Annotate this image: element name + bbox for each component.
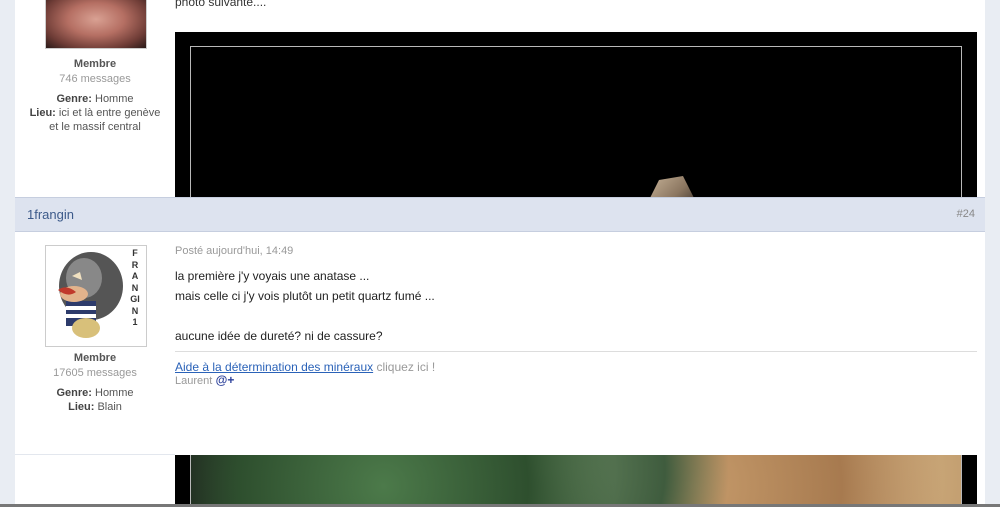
message-line: aucune idée de dureté? ni de cassure? [175,329,383,343]
user-info: Membre 17605 messages Genre: Homme Lieu:… [15,352,175,414]
user-location: Lieu: Blain [15,400,175,414]
location-value: ici et là entre genève et le massif cent… [49,107,161,133]
user-role: Membre [73,352,117,364]
gender-value: Homme [95,93,134,105]
location-label: Lieu: [68,401,95,413]
post-author[interactable]: 1frangin [27,207,74,222]
forum-page: Membre 746 messages Genre: Homme Lieu: i… [15,0,985,507]
user-gender: Genre: Homme [15,386,175,400]
gender-label: Genre: [56,93,92,105]
user-avatar[interactable] [45,0,147,49]
gender-label: Genre: [56,387,92,399]
signature-link[interactable]: Aide à la détermination des minéraux [175,360,373,374]
avatar-letters: FRANGIN1 [130,248,140,327]
user-gender: Genre: Homme [15,92,175,106]
post-message: la première j'y voyais une anatase ... m… [175,266,977,346]
gender-value: Homme [95,387,134,399]
message-line: mais celle ci j'y vois plutôt un petit q… [175,289,435,303]
user-info: Membre 746 messages Genre: Homme Lieu: i… [15,58,175,134]
signature-hint: cliquez ici ! [376,360,436,374]
image-border [190,46,962,207]
user-avatar[interactable]: FRANGIN1 [45,245,147,347]
message-line [175,306,977,326]
post-text-fragment: photo suivante.... [175,0,267,9]
post-body: Posté aujourd'hui, 14:49 la première j'y… [175,245,977,387]
signature-name: Laurent [175,375,213,387]
location-value: Blain [97,401,122,413]
user-role: Membre [73,58,117,70]
post-header: 1frangin #24 [15,197,985,232]
mineral-image [190,455,962,507]
signature: Aide à la détermination des minéraux cli… [175,351,977,387]
post-image[interactable] [175,32,977,216]
location-label: Lieu: [29,107,56,119]
signature-at-plus[interactable]: @+ [216,373,235,387]
previous-post: Membre 746 messages Genre: Homme Lieu: i… [15,0,985,216]
user-message-count: 746 messages [59,73,131,85]
sidebar-divider [15,454,175,455]
post-image[interactable] [175,455,977,507]
user-message-count: 17605 messages [53,367,137,379]
post-number[interactable]: #24 [957,208,975,220]
user-location: Lieu: ici et là entre genève et le massi… [15,106,175,134]
message-line: la première j'y voyais une anatase ... [175,269,370,283]
post-date[interactable]: Posté aujourd'hui, 14:49 [175,245,977,257]
